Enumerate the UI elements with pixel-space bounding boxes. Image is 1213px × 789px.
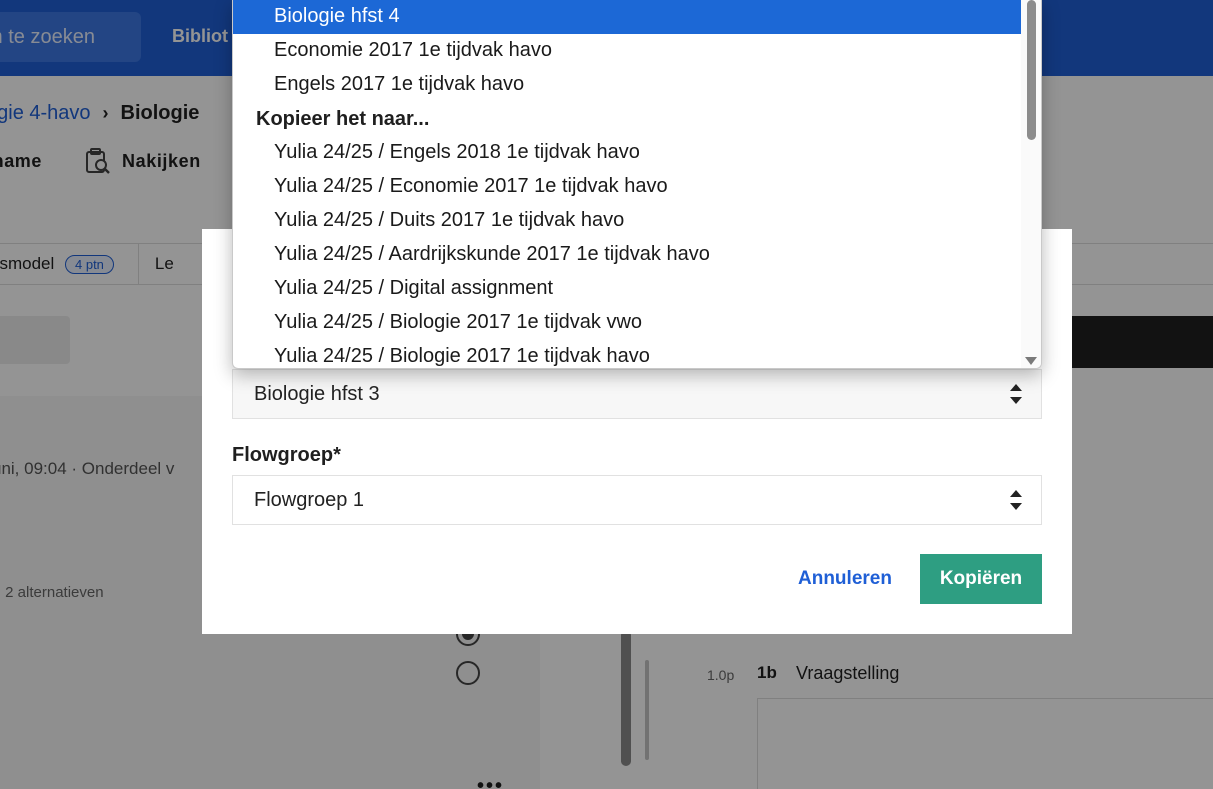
dropdown-group-label: Kopieer het naar... [256,108,430,130]
dropdown-option[interactable]: Yulia 24/25 / Economie 2017 1e tijdvak h… [233,170,1023,204]
scroll-down-arrow-icon[interactable] [1025,357,1037,365]
copy-button[interactable]: Kopiëren [920,554,1042,604]
dropdown-scrollbar[interactable] [1021,0,1041,368]
dropdown-option[interactable]: Yulia 24/25 / Aardrijkskunde 2017 1e tij… [233,238,1023,272]
destination-select-value: Biologie hfst 3 [254,382,380,405]
select-arrows-icon [1010,384,1022,404]
flowgroup-select[interactable]: Flowgroep 1 [232,475,1042,525]
dropdown-option[interactable]: Yulia 24/25 / Duits 2017 1e tijdvak havo [233,204,1023,238]
flowgroup-select-value: Flowgroep 1 [254,488,365,511]
dropdown-option[interactable]: Yulia 24/25 / Digital assignment [233,272,1023,306]
dropdown-option[interactable]: Economie 2017 1e tijdvak havo [233,34,1023,68]
dropdown-option[interactable]: Yulia 24/25 / Biologie 2017 1e tijdvak v… [233,306,1023,340]
destination-select[interactable]: Biologie hfst 3 [232,369,1042,419]
dropdown-option[interactable]: Engels 2017 1e tijdvak havo [233,68,1023,102]
flowgroup-label: Flowgroep* [232,444,341,466]
dropdown-option[interactable]: Yulia 24/25 / Biologie 2017 1e tijdvak h… [233,340,1023,368]
dropdown-option[interactable]: Yulia 24/25 / Engels 2018 1e tijdvak hav… [233,136,1023,170]
select-arrows-icon [1010,490,1022,510]
destination-dropdown-list: Biologie hfst 4 Economie 2017 1e tijdvak… [232,0,1042,369]
dropdown-option[interactable]: Biologie hfst 4 [233,0,1023,34]
dropdown-scroll-thumb[interactable] [1027,0,1036,140]
cancel-button[interactable]: Annuleren [788,554,902,604]
dropdown-options: Biologie hfst 4 Economie 2017 1e tijdvak… [233,0,1023,368]
